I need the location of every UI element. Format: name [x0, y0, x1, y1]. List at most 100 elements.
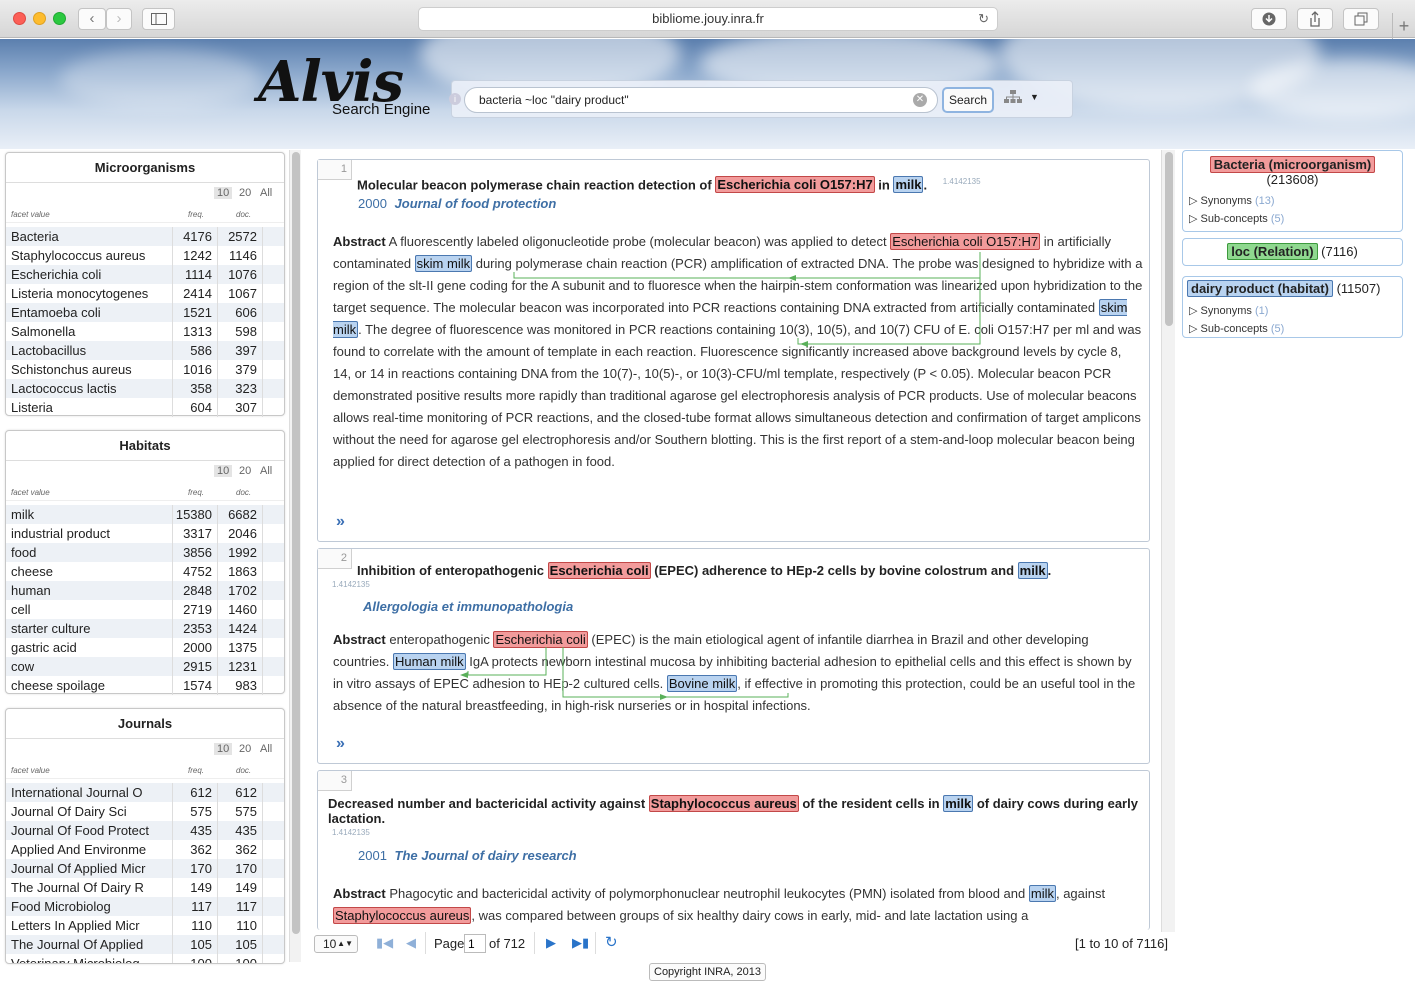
facet-row[interactable]: Staphylococcus aureus 1242 1146 [6, 246, 284, 265]
page-size-all[interactable]: All [260, 187, 272, 199]
facet-value[interactable]: starter culture [11, 621, 161, 636]
facet-value[interactable]: Schistonchus aureus [11, 362, 161, 377]
facet-row[interactable]: gastric acid 2000 1375 [6, 638, 284, 657]
facet-row[interactable]: Lactococcus lactis 358 323 [6, 379, 284, 398]
left-scrollbar[interactable] [289, 150, 301, 962]
forward-button[interactable]: › [106, 8, 132, 30]
info-icon[interactable]: i [449, 93, 461, 105]
results-scrollbar[interactable] [1161, 150, 1175, 932]
facet-value[interactable]: Listeria monocytogenes [11, 286, 161, 301]
bacteria-entity[interactable]: Escherichia coli O157:H7 [715, 176, 875, 194]
synonyms-toggle[interactable]: ▷ Synonyms (13) [1189, 194, 1275, 207]
share-button[interactable] [1297, 8, 1333, 30]
facet-value[interactable]: food [11, 545, 161, 560]
new-tab-button[interactable]: + [1392, 13, 1415, 39]
subconcepts-toggle[interactable]: ▷ Sub-concepts (5) [1189, 322, 1284, 335]
facet-row[interactable]: milk 15380 6682 [6, 505, 284, 524]
habitat-entity[interactable]: milk [943, 795, 974, 812]
habitat-entity[interactable]: milk [1028, 885, 1056, 902]
facet-row[interactable]: Entamoeba coli 1521 606 [6, 303, 284, 322]
next-page-icon[interactable]: ▶ [546, 935, 556, 951]
concept-label[interactable]: Bacteria (microorganism) [1209, 156, 1376, 173]
facet-value[interactable]: cell [11, 602, 161, 617]
maximize-window-icon[interactable] [53, 12, 66, 25]
first-page-icon[interactable]: ▮◀ [376, 935, 393, 951]
facet-value[interactable]: Lactobacillus [11, 343, 161, 358]
facet-value[interactable]: Bacteria [11, 229, 161, 244]
bacteria-entity[interactable]: Staphylococcus aureus [333, 907, 472, 924]
facet-value[interactable]: Staphylococcus aureus [11, 248, 161, 263]
facet-value[interactable]: Veterinary Microbiolog [11, 956, 161, 963]
facet-row[interactable]: Listeria 604 307 [6, 398, 284, 417]
facet-value[interactable]: International Journal O [11, 785, 161, 800]
facet-value[interactable]: Food Microbiolog [11, 899, 161, 914]
bacteria-entity[interactable]: Escherichia coli O157:H7 [890, 233, 1041, 250]
facet-row[interactable]: cow 2915 1231 [6, 657, 284, 676]
facet-row[interactable]: Journal Of Food Protect 435 435 [6, 821, 284, 840]
reload-icon[interactable]: ↻ [978, 8, 989, 30]
synonyms-toggle[interactable]: ▷ Synonyms (1) [1189, 304, 1268, 317]
facet-value[interactable]: human [11, 583, 161, 598]
journal-link[interactable]: Journal of food protection [395, 196, 557, 211]
habitat-entity[interactable]: milk [1017, 562, 1048, 579]
facet-value[interactable]: Entamoeba coli [11, 305, 161, 320]
facet-value[interactable]: cow [11, 659, 161, 674]
bacteria-entity[interactable]: Escherichia coli [493, 631, 588, 648]
facet-row[interactable]: Bacteria 4176 2572 [6, 227, 284, 246]
habitat-entity[interactable]: milk [893, 176, 924, 194]
facet-row[interactable]: Escherichia coli 1114 1076 [6, 265, 284, 284]
result-title[interactable]: Molecular beacon polymerase chain reacti… [357, 174, 1117, 194]
url-bar[interactable]: bibliome.jouy.inra.fr ↻ [418, 7, 998, 31]
result-title[interactable]: Decreased number and bactericidal activi… [328, 795, 1143, 826]
facet-row[interactable]: Lactobacillus 586 397 [6, 341, 284, 360]
facet-value[interactable]: Listeria [11, 400, 161, 415]
result-title[interactable]: Inhibition of enteropathogenic Escherich… [357, 562, 1137, 579]
concept-label[interactable]: dairy product (habitat) [1187, 280, 1333, 297]
subconcepts-toggle[interactable]: ▷ Sub-concepts (5) [1189, 212, 1284, 225]
page-size-10[interactable]: 10 [214, 187, 233, 199]
journal-link[interactable]: The Journal of dairy research [395, 848, 577, 863]
hierarchy-menu-button[interactable]: ▼ [1004, 90, 1044, 110]
bacteria-entity[interactable]: Staphylococcus aureus [648, 795, 799, 812]
facet-value[interactable]: The Journal Of Applied [11, 937, 161, 952]
facet-row[interactable]: Veterinary Microbiolog 100 100 [6, 954, 284, 963]
facet-row[interactable]: industrial product 3317 2046 [6, 524, 284, 543]
downloads-button[interactable] [1251, 8, 1287, 30]
facet-value[interactable]: gastric acid [11, 640, 161, 655]
back-button[interactable]: ‹ [78, 8, 106, 30]
close-window-icon[interactable] [13, 12, 26, 25]
facet-row[interactable]: Journal Of Applied Micr 170 170 [6, 859, 284, 878]
last-page-icon[interactable]: ▶▮ [572, 935, 589, 951]
expand-result-button[interactable]: » [336, 513, 345, 531]
bacteria-entity[interactable]: Escherichia coli [547, 562, 651, 579]
alvis-logo[interactable]: Alvis Search Engine [258, 47, 430, 118]
tabs-button[interactable] [1343, 8, 1379, 30]
facet-value[interactable]: milk [11, 507, 161, 522]
facet-row[interactable]: The Journal Of Dairy R 149 149 [6, 878, 284, 897]
facet-row[interactable]: human 2848 1702 [6, 581, 284, 600]
facet-value[interactable]: Escherichia coli [11, 267, 161, 282]
facet-value[interactable]: The Journal Of Dairy R [11, 880, 161, 895]
page-number-input[interactable] [464, 934, 486, 953]
facet-value[interactable]: Journal Of Applied Micr [11, 861, 161, 876]
page-size-all[interactable]: All [260, 465, 272, 477]
facet-value[interactable]: Salmonella [11, 324, 161, 339]
page-size-10[interactable]: 10 [214, 465, 233, 477]
facet-value[interactable]: Letters In Applied Micr [11, 918, 161, 933]
facet-value[interactable]: Applied And Environme [11, 842, 161, 857]
facet-row[interactable]: Salmonella 1313 598 [6, 322, 284, 341]
results-scrollbar-thumb[interactable] [1165, 152, 1173, 326]
facet-row[interactable]: International Journal O 612 612 [6, 783, 284, 802]
facet-value[interactable]: Journal Of Food Protect [11, 823, 161, 838]
left-scrollbar-thumb[interactable] [292, 152, 300, 934]
facet-row[interactable]: starter culture 2353 1424 [6, 619, 284, 638]
facet-row[interactable]: Food Microbiolog 117 117 [6, 897, 284, 916]
facet-value[interactable]: Lactococcus lactis [11, 381, 161, 396]
habitat-entity[interactable]: Human milk [392, 653, 466, 670]
page-size-20[interactable]: 20 [239, 187, 251, 199]
facet-row[interactable]: The Journal Of Applied 105 105 [6, 935, 284, 954]
search-button[interactable]: Search [942, 87, 994, 113]
facet-value[interactable]: cheese spoilage [11, 678, 161, 693]
minimize-window-icon[interactable] [33, 12, 46, 25]
facet-row[interactable]: Letters In Applied Micr 110 110 [6, 916, 284, 935]
